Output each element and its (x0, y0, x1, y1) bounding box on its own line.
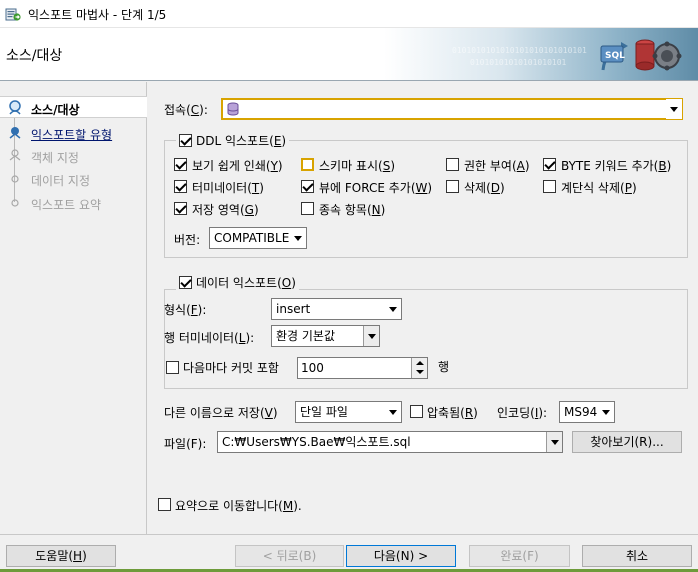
version-select[interactable]: COMPATIBLE (209, 227, 307, 249)
format-label: 형식(F): (164, 303, 207, 317)
commit-every-label: 다음마다 커밋 포함 (183, 361, 279, 375)
encoding-label: 인코딩(I): (497, 406, 548, 420)
show-schema-label: 스키마 표시(S) (319, 159, 396, 173)
page-title: 소스/대상 (6, 48, 63, 64)
commit-rows-value: 100 (301, 361, 324, 375)
format-value: insert (276, 302, 311, 316)
step-link-marker-icon (9, 127, 21, 139)
step-specify-data: 데이터 지정 (0, 168, 147, 190)
step-label: 데이터 지정 (31, 174, 91, 188)
step-pending-marker-icon (11, 175, 19, 183)
commit-rows-stepper[interactable]: 100 (297, 357, 428, 379)
drop-label: 삭제(D) (464, 181, 505, 195)
chevron-down-icon[interactable] (363, 326, 379, 346)
chevron-down-icon[interactable] (290, 228, 306, 248)
stepper-up-icon[interactable] (416, 361, 424, 365)
line-terminator-select[interactable]: 환경 기본값 (271, 325, 380, 347)
line-terminator-label: 행 터미네이터(L): (164, 331, 255, 345)
step-export-types[interactable]: 익스포트할 유형 (0, 122, 147, 144)
save-as-label: 다른 이름으로 저장(V) (164, 406, 278, 420)
step-current-marker-icon (9, 100, 21, 115)
connection-label: 접속(C): (164, 103, 208, 117)
grants-checkbox[interactable] (446, 158, 459, 171)
chevron-down-icon[interactable] (546, 432, 562, 452)
byte-keyword-label: BYTE 키워드 추가(B) (561, 159, 672, 173)
ddl-export-checkbox[interactable] (179, 134, 192, 147)
commit-every-checkbox[interactable] (166, 361, 179, 374)
file-path-select[interactable]: C:₩Users₩YS.Bae₩익스포트.sql (217, 431, 563, 453)
binary-decoration: 0101010101010101010101010101 (452, 46, 587, 55)
sql-graphic-label: SQL (605, 51, 625, 61)
finish-button[interactable]: 완료(F) (469, 545, 570, 567)
step-specify-objects: 객체 지정 (0, 145, 147, 167)
format-select[interactable]: insert (271, 298, 402, 320)
wizard-content: 접속(C): DDL 익스포트(E) 보기 쉽게 인쇄(Y) 스키마 표시(S)… (148, 82, 698, 534)
wizard-header: 소스/대상 0101010101010101010101010101 01010… (0, 28, 698, 81)
next-button[interactable]: 다음(N) > (346, 545, 456, 567)
go-to-summary-checkbox[interactable] (158, 498, 171, 511)
step-export-summary: 익스포트 요약 (0, 192, 147, 214)
step-pending-marker-icon (11, 199, 19, 207)
stepper-down-icon[interactable] (416, 370, 424, 374)
drop-checkbox[interactable] (446, 180, 459, 193)
terminator-checkbox[interactable] (174, 180, 187, 193)
window-title: 익스포트 마법사 - 단계 1/5 (28, 8, 167, 22)
connection-select[interactable] (221, 98, 683, 120)
save-as-select[interactable]: 단일 파일 (295, 401, 402, 423)
encoding-select[interactable]: MS949 (559, 401, 615, 423)
compressed-checkbox[interactable] (410, 405, 423, 418)
wizard-steps-sidebar: 소스/대상 익스포트할 유형 객체 지정 데이터 지정 익스포트 요약 (0, 82, 147, 534)
file-path-value: C:₩Users₩YS.Bae₩익스포트.sql (222, 435, 411, 449)
step-label: 객체 지정 (31, 151, 79, 165)
step-pending-marker-icon (9, 149, 21, 161)
database-icon (227, 102, 239, 116)
pretty-print-checkbox[interactable] (174, 158, 187, 171)
data-export-checkbox[interactable] (179, 276, 192, 289)
chevron-down-icon[interactable] (385, 299, 401, 319)
terminator-label: 터미네이터(T) (192, 181, 264, 195)
binary-decoration-2: 01010101010101010101 (470, 58, 567, 67)
chevron-down-icon[interactable] (666, 99, 682, 119)
compressed-label: 압축됨(R) (427, 406, 478, 420)
version-label: 버전: (174, 233, 201, 247)
force-views-checkbox[interactable] (301, 180, 314, 193)
data-export-group-title: 데이터 익스포트(O) (176, 274, 299, 291)
save-as-value: 단일 파일 (300, 405, 348, 419)
cascade-drop-label: 계단식 삭제(P) (561, 181, 637, 195)
grants-label: 권한 부여(A) (464, 159, 530, 173)
ddl-export-group-title: DDL 익스포트(E) (176, 132, 290, 149)
cascade-drop-checkbox[interactable] (543, 180, 556, 193)
step-label: 익스포트할 유형 (31, 128, 113, 142)
browse-button[interactable]: 찾아보기(R)... (572, 431, 682, 453)
file-label: 파일(F): (164, 437, 207, 451)
chevron-down-icon[interactable] (598, 402, 614, 422)
help-button[interactable]: 도움말(H) (6, 545, 116, 567)
storage-label: 저장 영역(G) (192, 203, 259, 217)
stepper-buttons[interactable] (411, 358, 427, 378)
chevron-down-icon[interactable] (385, 402, 401, 422)
line-terminator-value: 환경 기본값 (276, 329, 336, 343)
cancel-button[interactable]: 취소 (582, 545, 692, 567)
go-to-summary-label: 요약으로 이동합니다(M). (175, 499, 302, 513)
step-label: 소스/대상 (31, 103, 80, 117)
sql-export-graphic: SQL (600, 39, 682, 71)
dependents-label: 종속 항목(N) (319, 203, 386, 217)
app-icon (5, 8, 21, 21)
force-views-label: 뷰에 FORCE 추가(W) (319, 181, 433, 195)
version-value: COMPATIBLE (214, 231, 290, 245)
storage-checkbox[interactable] (174, 202, 187, 215)
back-button[interactable]: < 뒤로(B) (235, 545, 344, 567)
wizard-footer: 도움말(H) < 뒤로(B) 다음(N) > 완료(F) 취소 (0, 534, 698, 572)
byte-keyword-checkbox[interactable] (543, 158, 556, 171)
commit-rows-unit: 행 (438, 360, 450, 374)
dependents-checkbox[interactable] (301, 202, 314, 215)
step-label: 익스포트 요약 (31, 198, 102, 212)
show-schema-checkbox[interactable] (301, 158, 314, 171)
pretty-print-label: 보기 쉽게 인쇄(Y) (192, 159, 283, 173)
step-source-target[interactable]: 소스/대상 (0, 96, 147, 118)
title-bar: 익스포트 마법사 - 단계 1/5 (0, 0, 698, 28)
